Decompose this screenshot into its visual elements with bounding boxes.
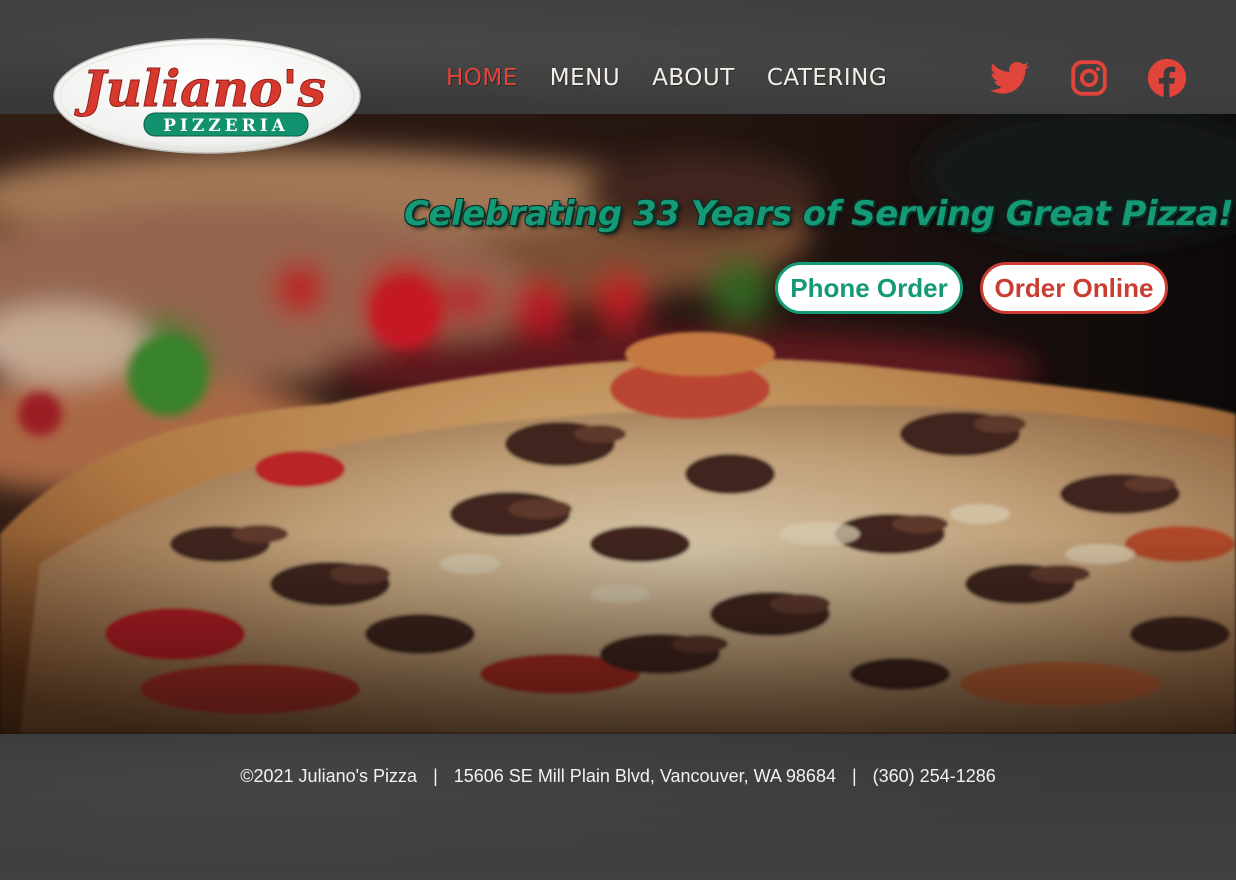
nav-home[interactable]: HOME	[446, 65, 518, 91]
twitter-icon[interactable]	[990, 58, 1030, 98]
facebook-icon[interactable]	[1147, 58, 1187, 98]
footer-copyright: ©2021 Juliano's Pizza	[240, 766, 418, 786]
phone-order-button[interactable]: Phone Order	[775, 262, 963, 314]
nav-catering[interactable]: CATERING	[767, 65, 887, 91]
footer-separator: |	[433, 766, 438, 786]
hero-banner: Celebrating 33 Years of Serving Great Pi…	[0, 114, 1236, 734]
footer-phone[interactable]: (360) 254-1286	[873, 766, 996, 786]
footer-address[interactable]: 15606 SE Mill Plain Blvd, Vancouver, WA …	[454, 766, 836, 786]
logo-script-text: Juliano's	[74, 59, 326, 118]
nav-about[interactable]: ABOUT	[652, 65, 735, 91]
nav-menu[interactable]: MENU	[550, 65, 620, 91]
hero-tagline: Celebrating 33 Years of Serving Great Pi…	[404, 194, 1234, 234]
footer-separator: |	[851, 766, 857, 786]
logo-banner-text: PIZZERIA	[163, 116, 289, 136]
site-footer: ©2021 Juliano's Pizza | 15606 SE Mill Plai…	[0, 734, 1236, 880]
order-online-button[interactable]: Order Online	[980, 262, 1168, 314]
instagram-icon[interactable]	[1069, 58, 1109, 98]
main-nav: HOME MENU ABOUT CATERING	[446, 58, 919, 98]
footer-info: ©2021 Juliano's Pizza | 15606 SE Mill Plai…	[0, 766, 1236, 787]
julianos-pizzeria-logo[interactable]: Juliano's PIZZERIA	[52, 36, 362, 154]
